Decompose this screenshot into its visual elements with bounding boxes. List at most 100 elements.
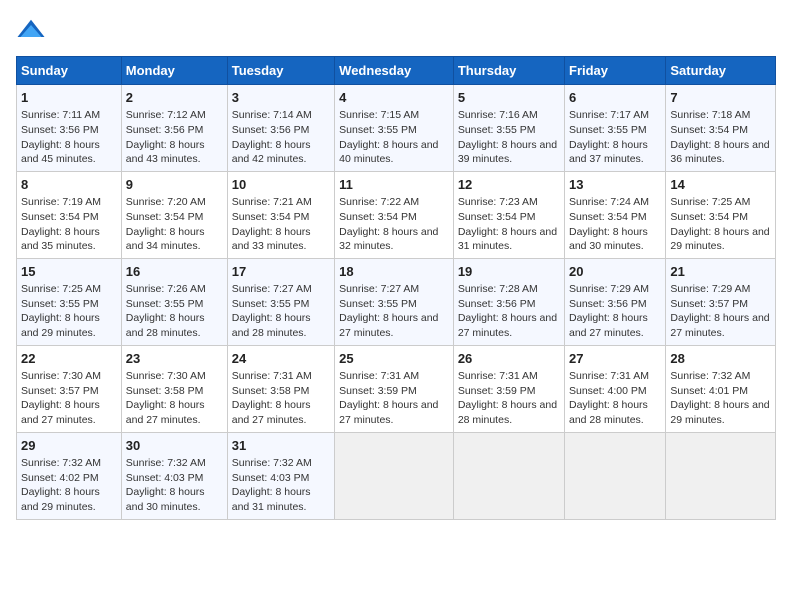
day-cell: 18 Sunrise: 7:27 AMSunset: 3:55 PMDayligh… (335, 258, 454, 345)
col-header-sunday: Sunday (17, 57, 122, 85)
day-info: Sunrise: 7:31 AMSunset: 3:58 PMDaylight:… (232, 370, 312, 426)
day-number: 7 (670, 89, 771, 107)
day-number: 30 (126, 437, 223, 455)
day-cell: 17 Sunrise: 7:27 AMSunset: 3:55 PMDayligh… (227, 258, 334, 345)
day-info: Sunrise: 7:30 AMSunset: 3:58 PMDaylight:… (126, 370, 206, 426)
day-number: 17 (232, 263, 330, 281)
day-number: 5 (458, 89, 560, 107)
week-row-4: 22 Sunrise: 7:30 AMSunset: 3:57 PMDayligh… (17, 345, 776, 432)
day-cell: 26 Sunrise: 7:31 AMSunset: 3:59 PMDayligh… (453, 345, 564, 432)
day-cell: 20 Sunrise: 7:29 AMSunset: 3:56 PMDayligh… (565, 258, 666, 345)
day-number: 3 (232, 89, 330, 107)
day-info: Sunrise: 7:27 AMSunset: 3:55 PMDaylight:… (339, 283, 438, 339)
day-number: 9 (126, 176, 223, 194)
day-cell: 31 Sunrise: 7:32 AMSunset: 4:03 PMDayligh… (227, 432, 334, 519)
day-cell: 15 Sunrise: 7:25 AMSunset: 3:55 PMDayligh… (17, 258, 122, 345)
day-cell: 30 Sunrise: 7:32 AMSunset: 4:03 PMDayligh… (121, 432, 227, 519)
day-number: 23 (126, 350, 223, 368)
day-number: 27 (569, 350, 661, 368)
day-info: Sunrise: 7:21 AMSunset: 3:54 PMDaylight:… (232, 196, 312, 252)
col-header-thursday: Thursday (453, 57, 564, 85)
day-cell: 9Sunrise: 7:20 AMSunset: 3:54 PMDaylight… (121, 171, 227, 258)
day-info: Sunrise: 7:14 AMSunset: 3:56 PMDaylight:… (232, 109, 312, 165)
day-cell: 29 Sunrise: 7:32 AMSunset: 4:02 PMDayligh… (17, 432, 122, 519)
day-cell: 19Sunrise: 7:28 AMSunset: 3:56 PMDayligh… (453, 258, 564, 345)
day-number: 26 (458, 350, 560, 368)
day-info: Sunrise: 7:22 AMSunset: 3:54 PMDaylight:… (339, 196, 438, 252)
day-info: Sunrise: 7:32 AMSunset: 4:03 PMDaylight:… (126, 457, 206, 513)
day-info: Sunrise: 7:25 AMSunset: 3:55 PMDaylight:… (21, 283, 101, 339)
col-header-tuesday: Tuesday (227, 57, 334, 85)
day-info: Sunrise: 7:18 AMSunset: 3:54 PMDaylight:… (670, 109, 769, 165)
day-cell (335, 432, 454, 519)
day-cell: 11 Sunrise: 7:22 AMSunset: 3:54 PMDayligh… (335, 171, 454, 258)
day-cell: 12 Sunrise: 7:23 AMSunset: 3:54 PMDayligh… (453, 171, 564, 258)
day-info: Sunrise: 7:29 AMSunset: 3:56 PMDaylight:… (569, 283, 649, 339)
day-cell: 13 Sunrise: 7:24 AMSunset: 3:54 PMDayligh… (565, 171, 666, 258)
day-info: Sunrise: 7:19 AMSunset: 3:54 PMDaylight:… (21, 196, 101, 252)
day-number: 6 (569, 89, 661, 107)
day-number: 14 (670, 176, 771, 194)
day-info: Sunrise: 7:32 AMSunset: 4:02 PMDaylight:… (21, 457, 101, 513)
col-header-friday: Friday (565, 57, 666, 85)
day-number: 22 (21, 350, 117, 368)
day-cell (453, 432, 564, 519)
day-number: 21 (670, 263, 771, 281)
day-number: 29 (21, 437, 117, 455)
day-number: 1 (21, 89, 117, 107)
day-number: 18 (339, 263, 449, 281)
day-number: 28 (670, 350, 771, 368)
day-number: 15 (21, 263, 117, 281)
day-cell: 24 Sunrise: 7:31 AMSunset: 3:58 PMDayligh… (227, 345, 334, 432)
day-cell: 6 Sunrise: 7:17 AMSunset: 3:55 PMDaylight… (565, 85, 666, 172)
day-info: Sunrise: 7:31 AMSunset: 3:59 PMDaylight:… (458, 370, 557, 426)
day-cell: 3 Sunrise: 7:14 AMSunset: 3:56 PMDaylight… (227, 85, 334, 172)
header (16, 16, 776, 46)
day-number: 8 (21, 176, 117, 194)
day-cell: 7 Sunrise: 7:18 AMSunset: 3:54 PMDaylight… (666, 85, 776, 172)
day-number: 16 (126, 263, 223, 281)
day-info: Sunrise: 7:26 AMSunset: 3:55 PMDaylight:… (126, 283, 206, 339)
day-cell: 5Sunrise: 7:16 AMSunset: 3:55 PMDaylight… (453, 85, 564, 172)
day-cell: 23 Sunrise: 7:30 AMSunset: 3:58 PMDayligh… (121, 345, 227, 432)
day-number: 19 (458, 263, 560, 281)
day-info: Sunrise: 7:24 AMSunset: 3:54 PMDaylight:… (569, 196, 649, 252)
day-number: 31 (232, 437, 330, 455)
day-number: 13 (569, 176, 661, 194)
day-number: 25 (339, 350, 449, 368)
day-number: 2 (126, 89, 223, 107)
day-info: Sunrise: 7:31 AMSunset: 3:59 PMDaylight:… (339, 370, 438, 426)
day-info: Sunrise: 7:15 AMSunset: 3:55 PMDaylight:… (339, 109, 438, 165)
day-cell: 8 Sunrise: 7:19 AMSunset: 3:54 PMDaylight… (17, 171, 122, 258)
day-cell (666, 432, 776, 519)
day-info: Sunrise: 7:17 AMSunset: 3:55 PMDaylight:… (569, 109, 649, 165)
calendar-table: SundayMondayTuesdayWednesdayThursdayFrid… (16, 56, 776, 520)
day-cell: 16 Sunrise: 7:26 AMSunset: 3:55 PMDayligh… (121, 258, 227, 345)
day-number: 10 (232, 176, 330, 194)
day-cell (565, 432, 666, 519)
day-cell: 28Sunrise: 7:32 AMSunset: 4:01 PMDayligh… (666, 345, 776, 432)
day-info: Sunrise: 7:12 AMSunset: 3:56 PMDaylight:… (126, 109, 206, 165)
day-cell: 25 Sunrise: 7:31 AMSunset: 3:59 PMDayligh… (335, 345, 454, 432)
day-info: Sunrise: 7:11 AMSunset: 3:56 PMDaylight:… (21, 109, 100, 165)
day-number: 11 (339, 176, 449, 194)
day-info: Sunrise: 7:23 AMSunset: 3:54 PMDaylight:… (458, 196, 557, 252)
day-cell: 10 Sunrise: 7:21 AMSunset: 3:54 PMDayligh… (227, 171, 334, 258)
day-info: Sunrise: 7:31 AMSunset: 4:00 PMDaylight:… (569, 370, 649, 426)
day-cell: 4Sunrise: 7:15 AMSunset: 3:55 PMDaylight… (335, 85, 454, 172)
day-number: 24 (232, 350, 330, 368)
day-cell: 2 Sunrise: 7:12 AMSunset: 3:56 PMDaylight… (121, 85, 227, 172)
header-row: SundayMondayTuesdayWednesdayThursdayFrid… (17, 57, 776, 85)
week-row-3: 15 Sunrise: 7:25 AMSunset: 3:55 PMDayligh… (17, 258, 776, 345)
logo-icon (16, 16, 46, 46)
day-number: 20 (569, 263, 661, 281)
day-cell: 22 Sunrise: 7:30 AMSunset: 3:57 PMDayligh… (17, 345, 122, 432)
col-header-wednesday: Wednesday (335, 57, 454, 85)
day-info: Sunrise: 7:29 AMSunset: 3:57 PMDaylight:… (670, 283, 769, 339)
logo (16, 16, 50, 46)
day-number: 12 (458, 176, 560, 194)
day-info: Sunrise: 7:27 AMSunset: 3:55 PMDaylight:… (232, 283, 312, 339)
day-info: Sunrise: 7:30 AMSunset: 3:57 PMDaylight:… (21, 370, 101, 426)
day-info: Sunrise: 7:32 AMSunset: 4:03 PMDaylight:… (232, 457, 312, 513)
week-row-2: 8 Sunrise: 7:19 AMSunset: 3:54 PMDaylight… (17, 171, 776, 258)
